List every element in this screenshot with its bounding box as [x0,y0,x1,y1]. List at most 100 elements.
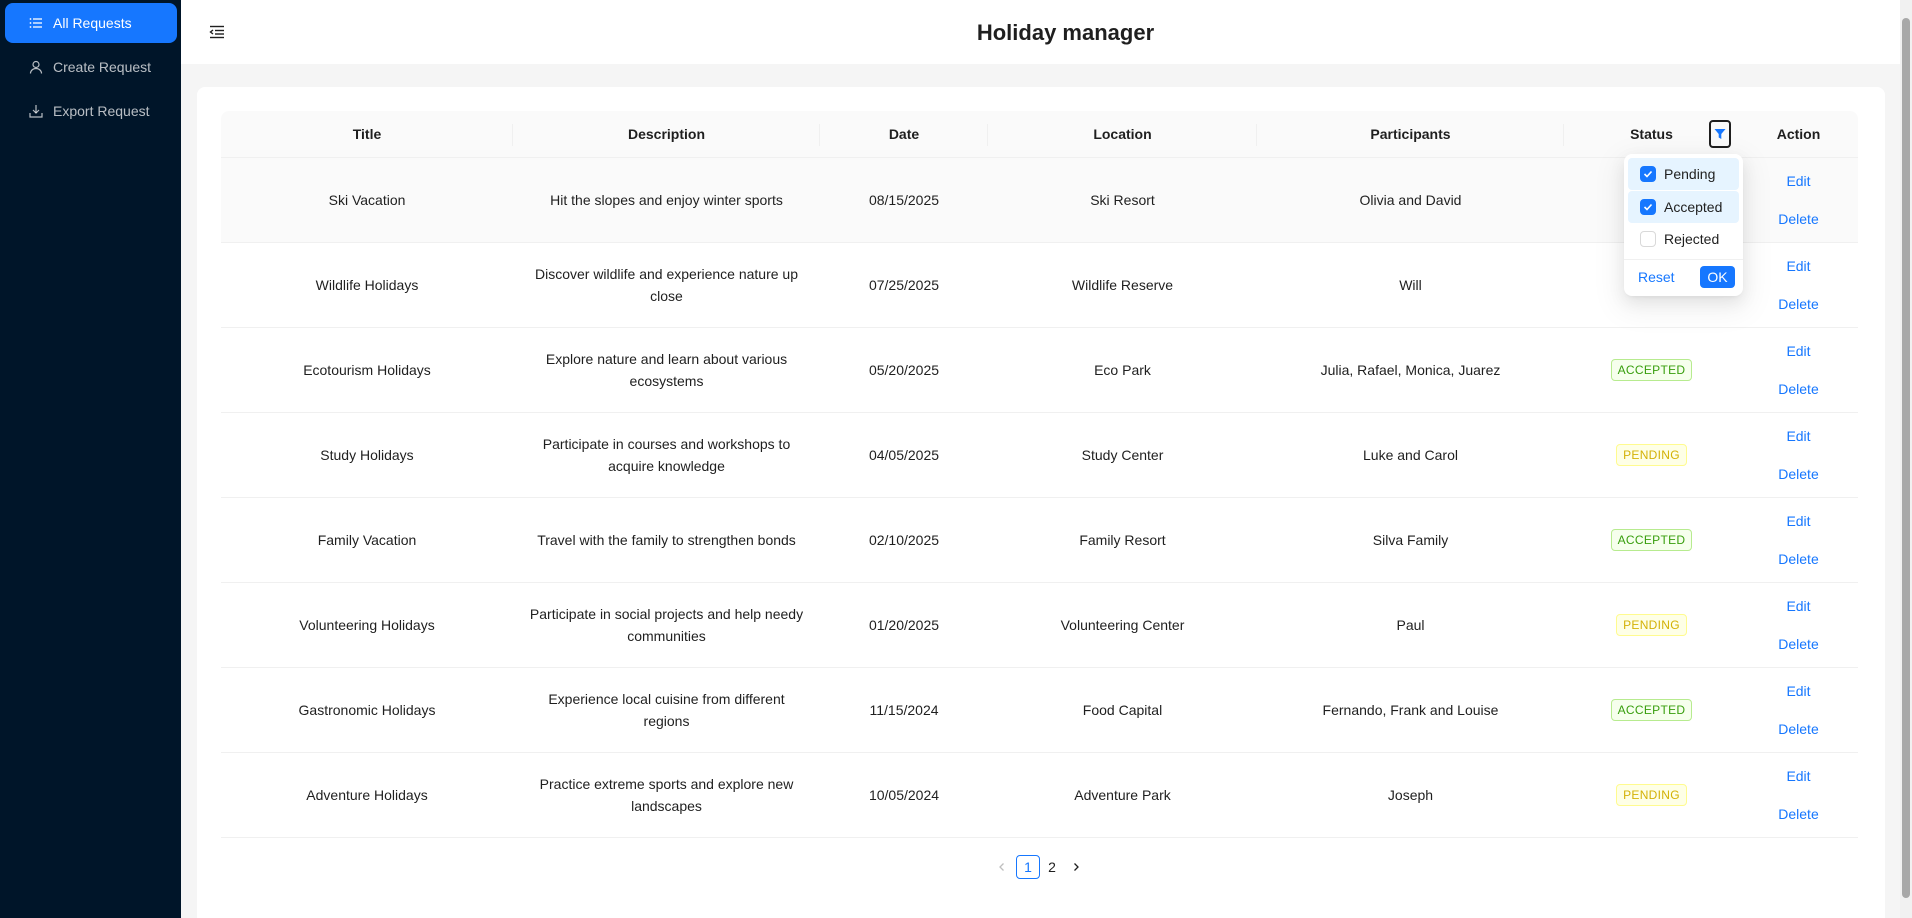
cell-status: ACCEPTED [1564,498,1739,582]
cell-description: Discover wildlife and experience nature … [534,266,799,304]
edit-button[interactable]: Edit [1786,340,1810,362]
sidebar-item-all-requests[interactable]: All Requests [5,3,177,43]
cell-status: ACCEPTED [1564,668,1739,752]
delete-button[interactable]: Delete [1778,548,1818,570]
delete-button[interactable]: Delete [1778,378,1818,400]
checkbox-checked-icon[interactable] [1640,199,1656,215]
cell-actions: Edit Delete [1739,753,1858,837]
table-header: Title Description Date Location Particip… [221,111,1858,158]
cell-date: 07/25/2025 [868,277,940,293]
table-row: Adventure Holidays Practice extreme sport… [221,753,1858,838]
table-row: Family Vacation Travel with the family to… [221,498,1858,583]
column-header-participants: Participants [1257,111,1564,157]
cell-date: 10/05/2024 [868,787,940,803]
table-row: Ecotourism Holidays Explore nature and le… [221,328,1858,413]
delete-button[interactable]: Delete [1778,803,1818,825]
filter-option-rejected[interactable]: Rejected [1628,223,1739,255]
checkbox-unchecked-icon[interactable] [1640,231,1656,247]
export-icon [29,104,43,118]
edit-button[interactable]: Edit [1786,595,1810,617]
table-row: Study Holidays Participate in courses and… [221,413,1858,498]
cell-actions: Edit Delete [1739,413,1858,497]
page-1[interactable]: 1 [1016,855,1040,879]
cell-description: Experience local cuisine from different … [548,691,785,729]
prev-page-icon[interactable] [990,855,1014,879]
cell-title: Ecotourism Holidays [303,362,431,378]
sidebar-item-create-request[interactable]: Create Request [5,47,177,87]
pagination: 1 2 [990,855,1088,879]
table-body: Ski Vacation Hit the slopes and enjoy win… [221,158,1858,838]
cell-actions: Edit Delete [1739,328,1858,412]
edit-button[interactable]: Edit [1786,765,1810,787]
column-header-action: Action [1776,126,1821,142]
filter-option-pending[interactable]: Pending [1628,158,1739,190]
column-header-status-label: Status [1630,126,1673,142]
cell-title: Ski Vacation [328,192,406,208]
filter-reset-button[interactable]: Reset [1638,265,1675,289]
table-row: Wildlife Holidays Discover wildlife and e… [221,243,1858,328]
filter-option-accepted[interactable]: Accepted [1628,191,1739,223]
delete-button[interactable]: Delete [1778,208,1818,230]
cell-status: PENDING [1564,583,1739,667]
table-row: Gastronomic Holidays Experience local cui… [221,668,1858,753]
cell-description: Participate in social projects and help … [529,606,804,644]
sidebar: All Requests Create Request Export Reque… [0,0,181,918]
filter-option-label: Accepted [1664,199,1723,215]
scrollbar-thumb[interactable] [1902,18,1910,898]
delete-button[interactable]: Delete [1778,633,1818,655]
cell-status: PENDING [1564,413,1739,497]
edit-button[interactable]: Edit [1786,680,1810,702]
cell-status: ACCEPTED [1564,328,1739,412]
table-row: Volunteering Holidays Participate in soci… [221,583,1858,668]
cell-date: 11/15/2024 [869,702,939,718]
requests-table: Title Description Date Location Particip… [221,111,1858,838]
next-page-icon[interactable] [1064,855,1088,879]
sidebar-item-label: Export Request [53,103,150,119]
cell-participants: Silva Family [1372,532,1449,548]
status-badge: ACCEPTED [1610,529,1693,551]
cell-title: Family Vacation [317,532,417,548]
cell-location: Eco Park [1094,362,1151,378]
cell-description: Explore nature and learn about various e… [545,351,788,389]
cell-participants: Will [1399,277,1422,293]
cell-actions: Edit Delete [1739,243,1858,327]
cell-participants: Luke and Carol [1363,447,1458,463]
cell-date: 04/05/2025 [868,447,940,463]
cell-location: Study Center [1081,447,1164,463]
cell-actions: Edit Delete [1739,668,1858,752]
filter-icon[interactable] [1709,120,1731,148]
cell-actions: Edit Delete [1739,498,1858,582]
edit-button[interactable]: Edit [1786,510,1810,532]
cell-location: Family Resort [1079,532,1166,548]
column-header-location: Location [988,111,1257,157]
edit-button[interactable]: Edit [1786,425,1810,447]
column-header-status: Status [1564,111,1739,157]
list-icon [29,16,43,30]
page-2[interactable]: 2 [1040,855,1064,879]
cell-date: 05/20/2025 [868,362,940,378]
edit-button[interactable]: Edit [1786,255,1810,277]
delete-button[interactable]: Delete [1778,293,1818,315]
status-badge: ACCEPTED [1610,699,1693,721]
header: Holiday manager [181,0,1900,64]
cell-actions: Edit Delete [1739,583,1858,667]
filter-ok-button[interactable]: OK [1700,266,1735,288]
column-header-date: Date [820,111,988,157]
cell-location: Ski Resort [1090,192,1155,208]
user-icon [29,60,43,74]
checkbox-checked-icon[interactable] [1640,166,1656,182]
delete-button[interactable]: Delete [1778,718,1818,740]
cell-participants: Joseph [1387,787,1434,803]
cell-description: Travel with the family to strengthen bon… [537,532,796,548]
cell-participants: Paul [1396,617,1425,633]
delete-button[interactable]: Delete [1778,463,1818,485]
cell-actions: Edit Delete [1739,158,1858,242]
cell-description: Practice extreme sports and explore new … [539,776,794,814]
cell-date: 01/20/2025 [868,617,940,633]
status-badge: PENDING [1616,444,1687,466]
cell-location: Volunteering Center [1060,617,1185,633]
sidebar-item-export-request[interactable]: Export Request [5,91,177,131]
edit-button[interactable]: Edit [1786,170,1810,192]
cell-participants: Fernando, Frank and Louise [1322,702,1499,718]
cell-description: Participate in courses and workshops to … [542,436,791,474]
